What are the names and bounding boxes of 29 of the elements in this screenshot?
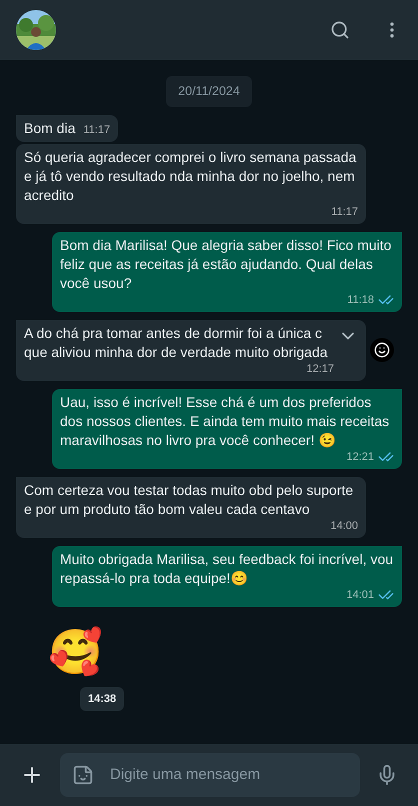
message-text: A do chá pra tomar antes de dormir foi a única c que aliviou minha dor de verdade muito obrigada	[24, 324, 329, 362]
message-time: 11:17	[331, 205, 358, 220]
message-time: 14:01	[346, 588, 374, 603]
message-bubble[interactable]: Muito obrigada Marilisa, seu feedback foi incrível, vou repassá-lo pra toda equipe!😊 14:01	[52, 546, 402, 607]
message-time: 14:00	[330, 519, 358, 534]
message-bubble[interactable]: A do chá pra tomar antes de dormir foi a única c que aliviou minha dor de verdade muito obrigada 12:17	[16, 320, 366, 381]
message-bubble[interactable]: Uau, isso é incrível! Esse chá é um dos preferidos dos nossos clientes. E ainda tem muito mais receitas maravilhosas no livro pra você conhecer! 😉 12:21	[52, 388, 402, 469]
message-bubble[interactable]: Bom dia Marilisa! Que alegria saber disso! Fico muito feliz que as receitas já estão ajudando. Qual delas você usou? 11:18	[52, 232, 402, 312]
message-time: 11:17	[83, 123, 110, 138]
message-text: Só queria agradecer comprei o livro semana passada e já tô vendo resultado nda minha dor no joelho, nem acredito	[24, 148, 358, 205]
message-time: 11:18	[347, 293, 374, 308]
message-bubble[interactable]: Só queria agradecer comprei o livro semana passada e já tô vendo resultado nda minha dor no joelho, nem acredito 11:17	[16, 144, 366, 224]
sticker-icon[interactable]	[72, 764, 94, 786]
date-label: 20/11/2024	[166, 76, 252, 107]
emoji-message: 🥰	[48, 626, 103, 679]
message-input[interactable]: Digite uma mensagem	[60, 753, 360, 797]
message-text: Uau, isso é incrível! Esse chá é um dos preferidos dos nossos clientes. E ainda tem muito mais receitas maravilhosas no livro pra você conhecer! 😉	[60, 392, 390, 450]
message-text: Bom dia Marilisa! Que alegria saber disso! Fico muito feliz que as receitas já estão ajudando. Qual delas você usou?	[60, 236, 392, 293]
message-bubble[interactable]: Com certeza vou testar todas muito obd pelo suporte e por um produto tão bom valeu cada centavo 14:00	[16, 476, 366, 538]
message-time: 14:38	[80, 686, 124, 712]
message-field[interactable]: Digite uma mensagem	[110, 764, 348, 786]
message-time: 12:21	[346, 450, 374, 465]
reaction-button[interactable]	[370, 338, 394, 362]
search-icon[interactable]	[330, 20, 350, 40]
message-bubble[interactable]: Bom dia 11:17	[16, 114, 118, 142]
message-time: 12:17	[306, 362, 334, 377]
message-text: Muito obrigada Marilisa, seu feedback foi incrível, vou repassá-lo pra toda equipe!😊	[60, 550, 394, 588]
message-text: Bom dia	[24, 118, 76, 138]
message-text: Com certeza vou testar todas muito obd pelo suporte e por um produto tão bom valeu cada centavo	[24, 480, 354, 519]
